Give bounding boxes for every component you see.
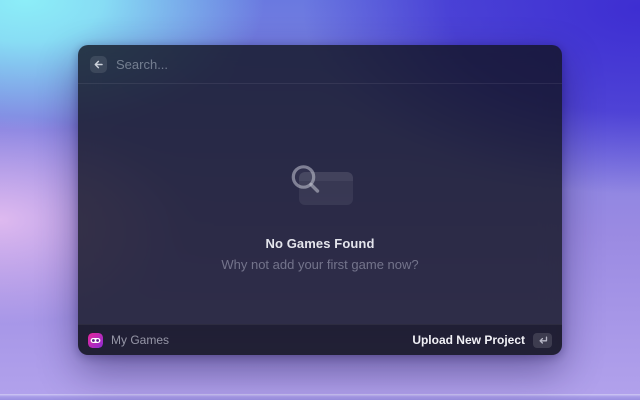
footer-section: My Games (88, 332, 170, 348)
back-button[interactable] (90, 55, 107, 73)
empty-state: No Games Found Why not add your first ga… (78, 84, 562, 324)
game-library-window: No Games Found Why not add your first ga… (78, 45, 562, 355)
enter-key-icon (533, 332, 552, 348)
footer-bar: My Games Upload New Project (78, 324, 562, 355)
magnifier-glass-icon (291, 165, 320, 193)
desktop-bottom-edge (0, 394, 640, 400)
upload-new-project-button[interactable]: Upload New Project (412, 332, 552, 348)
footer-section-label: My Games (111, 333, 170, 347)
upload-new-project-label: Upload New Project (412, 333, 525, 347)
magnifier-over-card-icon (287, 165, 353, 216)
search-bar (78, 45, 562, 84)
empty-state-title: No Games Found (265, 236, 375, 251)
arrow-left-icon (93, 59, 104, 70)
goggles-app-logo-icon (88, 332, 103, 348)
empty-state-subtitle: Why not add your first game now? (221, 257, 419, 272)
search-input[interactable] (116, 56, 550, 72)
